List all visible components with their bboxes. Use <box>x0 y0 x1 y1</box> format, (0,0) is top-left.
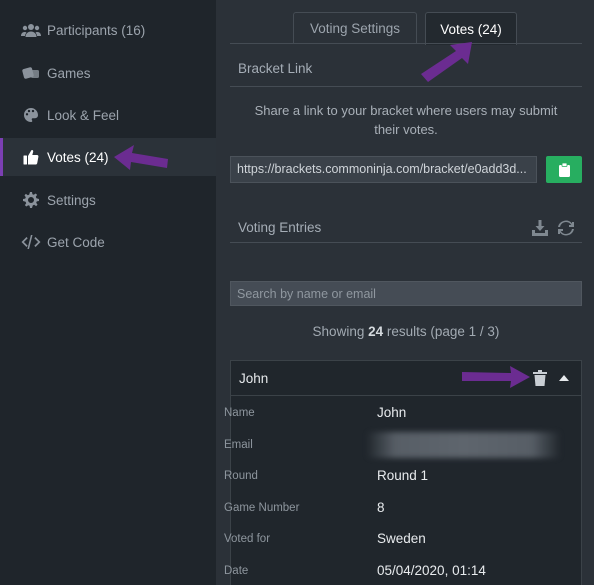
sidebar-item-label: Votes (24) <box>47 149 109 165</box>
field-label-email: Email <box>224 439 253 451</box>
field-label-voted-for: Voted for <box>224 533 271 545</box>
download-icon[interactable] <box>532 220 548 236</box>
sidebar-item-label: Settings <box>47 192 96 208</box>
sidebar-item-look-and-feel[interactable]: Look & Feel <box>0 96 216 134</box>
voting-entries-title: Voting Entries <box>238 220 322 235</box>
sidebar-item-get-code[interactable]: Get Code <box>0 223 216 261</box>
results-suffix: results (page 1 / 3) <box>383 324 500 339</box>
sidebar-item-label: Look & Feel <box>47 107 120 123</box>
tab-voting-settings[interactable]: Voting Settings <box>293 12 417 44</box>
chevron-up-icon[interactable] <box>559 374 569 382</box>
trash-icon[interactable] <box>533 370 547 386</box>
results-summary: Showing 24 results (page 1 / 3) <box>230 324 582 339</box>
search-input[interactable] <box>230 281 582 306</box>
bracket-url-field[interactable]: https://brackets.commoninja.com/bracket/… <box>230 156 537 183</box>
section-divider <box>230 242 582 243</box>
field-value-game-number: 8 <box>377 500 385 515</box>
dice-icon <box>20 64 42 82</box>
field-label-round: Round <box>224 470 258 482</box>
sidebar-item-games[interactable]: Games <box>0 54 216 92</box>
thumbs-up-icon <box>20 148 42 166</box>
tab-label: Votes (24) <box>440 21 502 37</box>
annotation-arrow-icon <box>462 366 530 388</box>
code-icon <box>20 233 42 251</box>
refresh-icon[interactable] <box>558 220 574 236</box>
bracket-link-description: Share a link to your bracket where users… <box>254 103 558 137</box>
field-value-email-redacted <box>366 432 561 458</box>
sidebar-item-votes[interactable]: Votes (24) <box>0 138 216 176</box>
vote-entry-name: John <box>239 371 269 386</box>
bracket-link-title: Bracket Link <box>238 61 313 76</box>
sidebar-item-label: Get Code <box>47 234 105 250</box>
sidebar-item-settings[interactable]: Settings <box>0 181 216 219</box>
tab-label: Voting Settings <box>309 21 401 36</box>
gear-icon <box>20 191 42 209</box>
results-prefix: Showing <box>312 324 369 339</box>
clipboard-icon <box>558 162 570 177</box>
field-value-voted-for: Sweden <box>377 531 426 546</box>
field-value-name: John <box>377 405 407 420</box>
palette-icon <box>20 106 42 124</box>
field-value-date: 05/04/2020, 01:14 <box>377 563 486 578</box>
results-count: 24 <box>368 324 384 339</box>
annotation-arrow-icon <box>421 42 472 82</box>
copy-link-button[interactable] <box>546 156 582 183</box>
sidebar: Participants (16) Games Look & Feel Vote… <box>0 0 216 585</box>
sidebar-item-participants[interactable]: Participants (16) <box>0 11 216 49</box>
field-label-game-number: Game Number <box>224 502 300 514</box>
main-panel: Voting Settings Votes (24) Bracket Link … <box>216 0 594 585</box>
field-label-date: Date <box>224 565 249 577</box>
field-value-round: Round 1 <box>377 468 429 483</box>
sidebar-item-label: Games <box>47 65 91 81</box>
tabs-divider <box>230 43 582 44</box>
field-label-name: Name <box>224 407 255 419</box>
annotation-arrow-icon <box>114 145 168 170</box>
sidebar-item-label: Participants (16) <box>47 22 146 38</box>
section-divider <box>230 86 582 87</box>
users-icon <box>20 21 42 39</box>
